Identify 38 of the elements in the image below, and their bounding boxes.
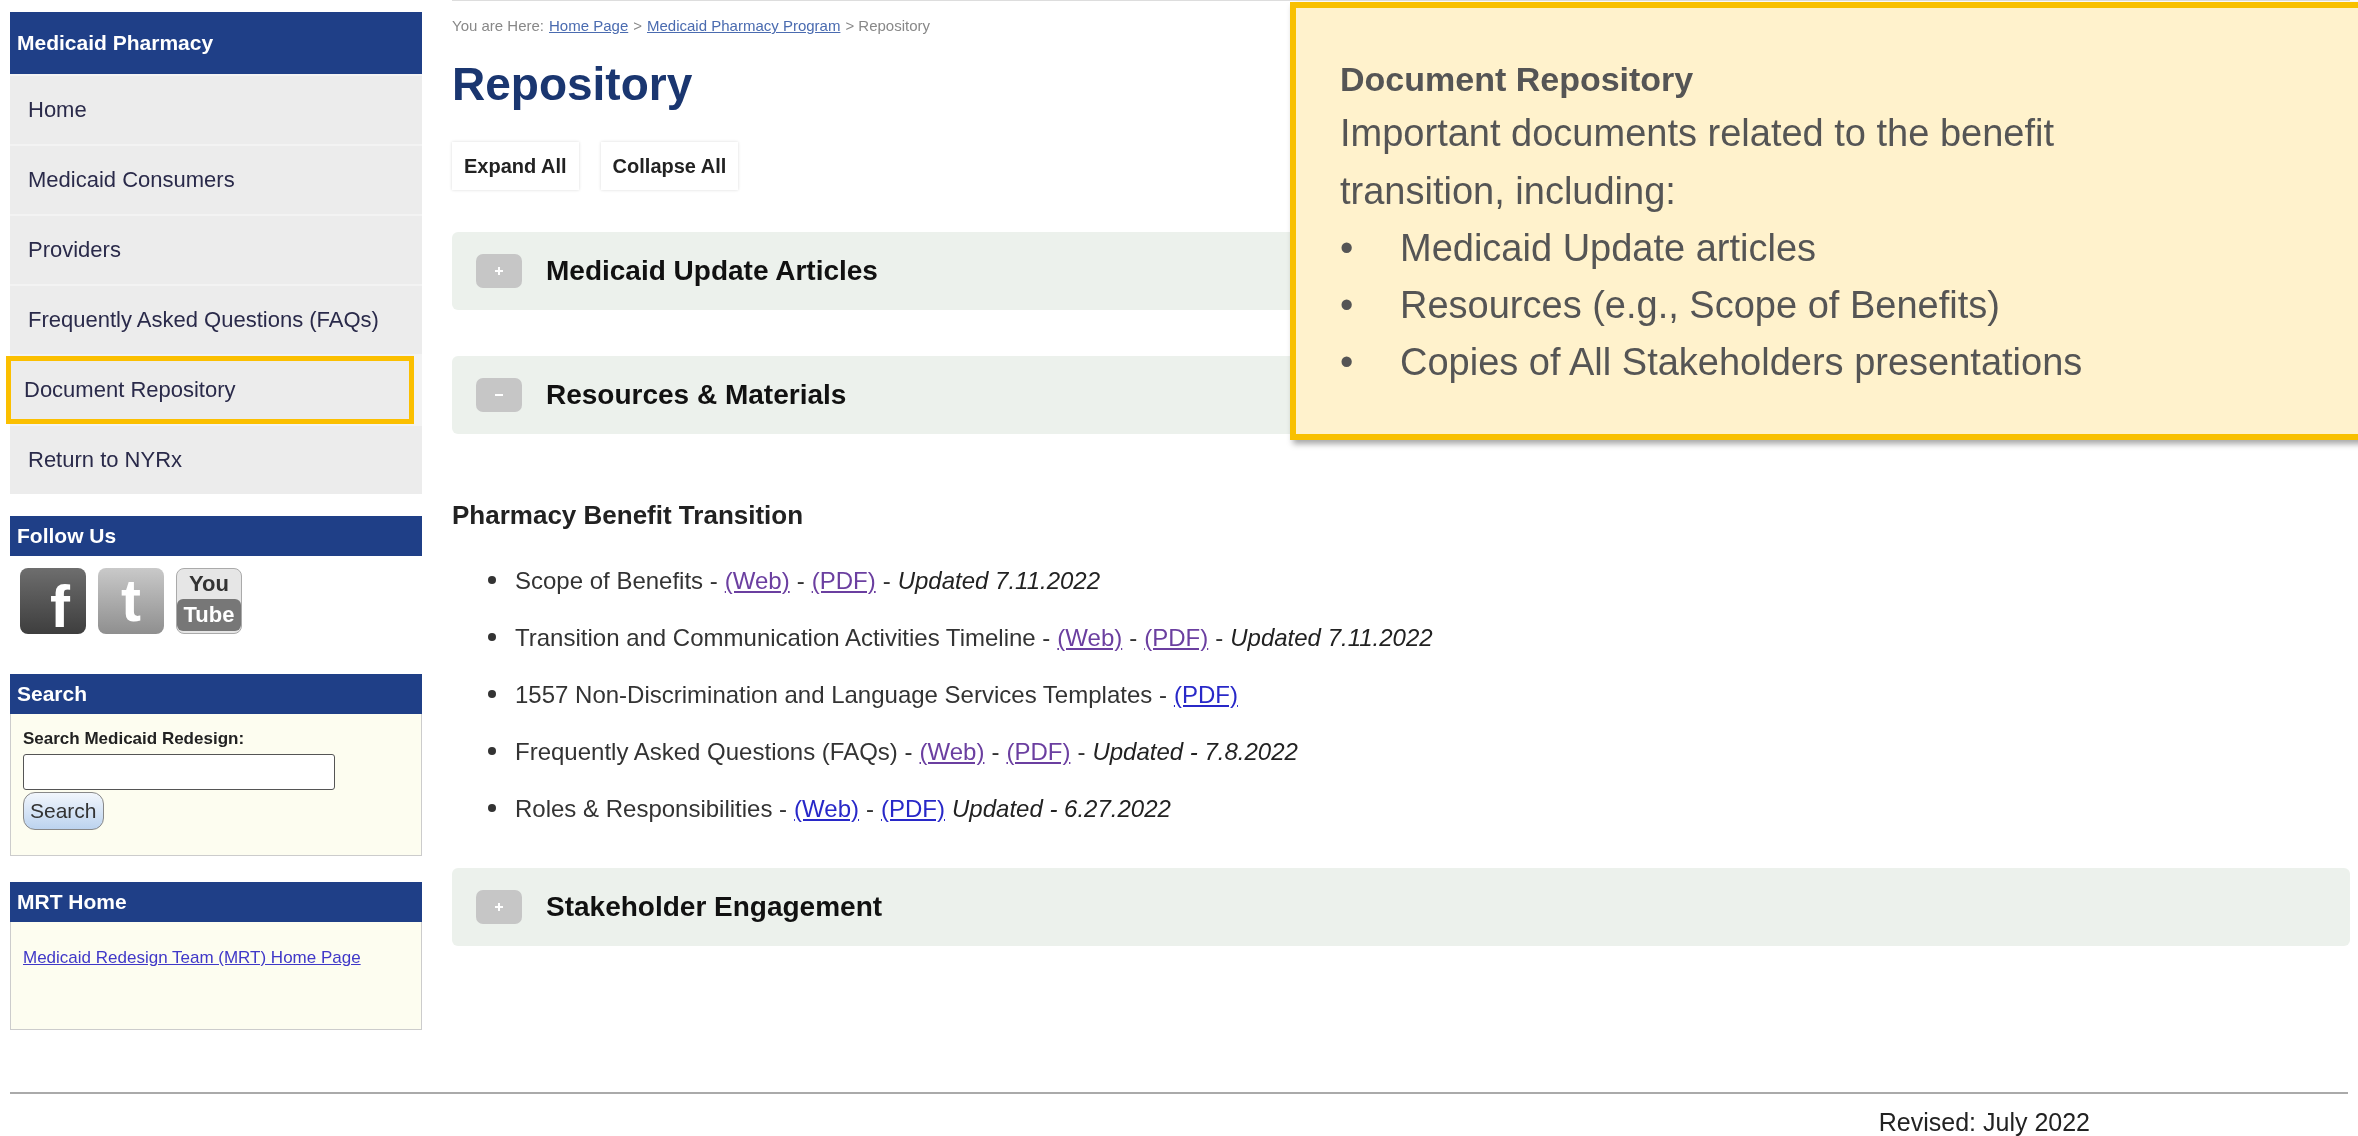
document-text: - <box>991 736 1000 767</box>
panel-header: Search <box>10 674 422 714</box>
updated-date: Updated - 6.27.2022 <box>952 793 1171 824</box>
bullet-icon: • <box>1340 277 1400 334</box>
document-text: - <box>866 793 874 824</box>
bullet-icon: • <box>1340 220 1400 277</box>
revised-date: Revised: July 2022 <box>1878 1107 2090 1136</box>
callout-item: Resources (e.g., Scope of Benefits) <box>1400 283 2000 328</box>
callout-item: Copies of All Stakeholders presentations <box>1400 340 2083 385</box>
document-text: Roles & Responsibilities - <box>515 793 788 824</box>
bullet-icon: • <box>1340 334 1400 391</box>
document-text: Frequently Asked Questions (FAQs) - <box>515 736 913 767</box>
callout-item: Medicaid Update articles <box>1400 226 1817 271</box>
page-title: Repository <box>452 56 693 112</box>
callout-text: Important documents related to the benefit transition, including: <box>1340 111 2055 214</box>
callout-title: Document Repository <box>1340 59 1695 100</box>
search-label: Search Medicaid Redesign: <box>23 728 245 750</box>
section-title: Resources & Materials <box>546 377 847 412</box>
document-text: Scope of Benefits - <box>515 565 718 596</box>
section-title: Medicaid Update Articles <box>546 253 878 288</box>
document-text: 1557 Non-Discrimination and Language Services Templates - <box>515 679 1167 710</box>
breadcrumb-text: > Repository <box>845 16 931 36</box>
updated-date: Updated 7.11.2022 <box>897 565 1101 596</box>
document-text: Transition and Communication Activities Timeline - <box>515 622 1051 653</box>
document-text: - <box>796 565 805 596</box>
panel-header: Follow Us <box>10 516 422 556</box>
section-title: Stakeholder Engagement <box>546 889 883 924</box>
breadcrumb-text: You are Here: <box>452 16 544 36</box>
document-text: - <box>1129 622 1138 653</box>
document-text: - <box>1077 736 1086 767</box>
panel-header: Medicaid Pharmacy <box>10 12 422 74</box>
subheading: Pharmacy Benefit Transition <box>452 498 804 532</box>
updated-date: Updated - 7.8.2022 <box>1092 736 1298 767</box>
document-text: - <box>1215 622 1224 653</box>
updated-date: Updated 7.11.2022 <box>1230 622 1433 653</box>
panel-header: MRT Home <box>10 882 422 922</box>
breadcrumb-text: > <box>633 16 642 36</box>
document-text: - <box>882 565 891 596</box>
